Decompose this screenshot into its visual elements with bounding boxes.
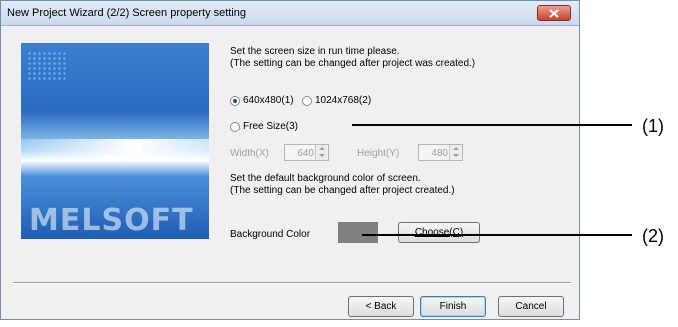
width-value: 640 — [297, 148, 314, 159]
banner-dot-pattern — [27, 51, 67, 81]
wizard-dialog: New Project Wizard (2/2) Screen property… — [0, 0, 580, 320]
callout-label-2: (2) — [642, 226, 664, 246]
footer-separator — [13, 282, 571, 284]
back-button[interactable]: < Back — [348, 296, 414, 317]
choose-color-button-label: Choose(C) — [414, 227, 464, 238]
callout-label-1: (1) — [642, 116, 664, 136]
screen-size-description-line1: Set the screen size in run time please. — [230, 46, 400, 57]
close-icon — [549, 9, 559, 18]
close-button[interactable] — [537, 5, 571, 21]
choose-color-button[interactable]: Choose(C) — [398, 222, 480, 243]
background-description: Set the default background color of scre… — [230, 173, 455, 197]
radio-1024x768-label[interactable]: 1024x768(2) — [315, 95, 371, 106]
background-description-line2: (The setting can be changed after projec… — [230, 185, 455, 196]
radio-1024x768[interactable] — [302, 96, 312, 106]
background-color-label: Background Color — [230, 229, 311, 240]
banner-light-beam — [21, 139, 209, 161]
cancel-button[interactable]: Cancel — [498, 296, 564, 317]
width-spin-arrows-icon[interactable] — [315, 145, 328, 160]
radio-640x480[interactable] — [230, 96, 240, 106]
finish-button[interactable]: Finish — [420, 296, 486, 317]
screen-size-description-line2: (The setting can be changed after projec… — [230, 58, 476, 69]
width-spinbox[interactable]: 640 — [284, 144, 329, 161]
melsoft-banner-image: MELSOFT — [21, 43, 209, 239]
radio-free-size[interactable] — [230, 122, 240, 132]
width-label: Width(X) — [230, 148, 269, 159]
callout-line-1 — [352, 124, 632, 126]
background-color-swatch — [338, 222, 378, 243]
height-label: Height(Y) — [357, 148, 400, 159]
radio-640x480-label[interactable]: 640x480(1) — [243, 95, 294, 106]
melsoft-logo: MELSOFT — [29, 203, 194, 238]
height-spinbox[interactable]: 480 — [418, 144, 463, 161]
title-bar[interactable]: New Project Wizard (2/2) Screen property… — [1, 1, 579, 26]
height-value: 480 — [431, 148, 448, 159]
radio-free-size-label[interactable]: Free Size(3) — [243, 121, 298, 132]
screen-size-description: Set the screen size in run time please. … — [230, 46, 475, 70]
height-spin-arrows-icon[interactable] — [449, 145, 462, 160]
window-title: New Project Wizard (2/2) Screen property… — [7, 7, 247, 19]
background-description-line1: Set the default background color of scre… — [230, 173, 421, 184]
callout-line-2 — [362, 234, 632, 236]
